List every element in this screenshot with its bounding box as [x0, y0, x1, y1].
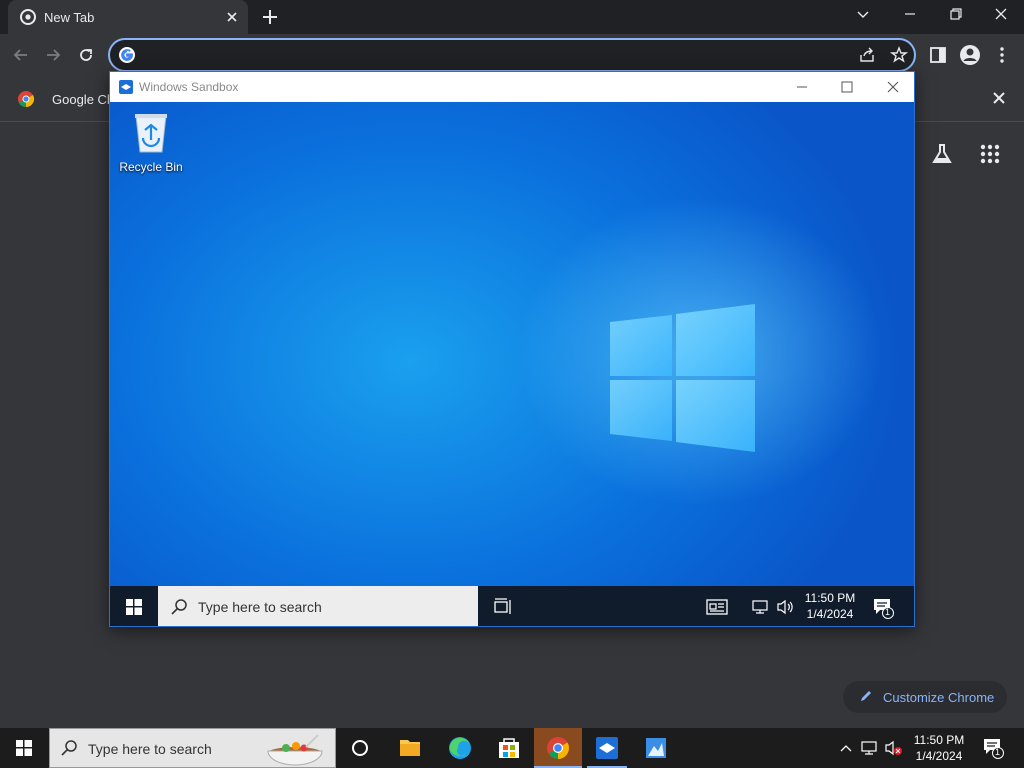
news-interests-icon[interactable] [706, 598, 728, 616]
taskbar-clock[interactable]: 11:50 PM 1/4/2024 [908, 732, 970, 764]
side-panel-icon[interactable] [929, 46, 947, 64]
back-button[interactable] [12, 46, 30, 64]
windows-sandbox-icon [118, 79, 134, 95]
close-bar-icon[interactable] [991, 90, 1007, 106]
customize-chrome-button[interactable]: Customize Chrome [843, 681, 1007, 713]
omnibox-input[interactable] [144, 46, 844, 64]
sandbox-search-placeholder: Type here to search [198, 599, 322, 615]
taskbar-search-icon [60, 739, 78, 757]
sandbox-notification-icon[interactable]: 1 [872, 597, 894, 619]
taskbar-clock-date: 1/4/2024 [915, 749, 963, 763]
google-chrome-bookmark-icon[interactable] [17, 90, 35, 108]
google-g-icon [118, 46, 136, 64]
sandbox-notification-count: 1 [885, 607, 891, 617]
volume-icon[interactable] [776, 599, 794, 615]
profile-avatar-icon[interactable] [959, 44, 981, 66]
pencil-icon [859, 689, 873, 703]
tab-close-icon[interactable] [224, 9, 240, 25]
taskbar-volume-muted-icon[interactable] [884, 740, 904, 756]
tab-search-chevron-icon[interactable] [855, 6, 871, 22]
taskbar-clock-time: 11:50 PM [913, 733, 965, 747]
tab-title: New Tab [44, 10, 95, 25]
sandbox-maximize-button[interactable] [839, 79, 855, 95]
sandbox-search-icon [170, 598, 188, 616]
network-icon[interactable] [752, 599, 768, 615]
taskbar-network-icon[interactable] [861, 740, 877, 756]
start-button-icon[interactable] [16, 740, 32, 756]
sandbox-start-icon[interactable] [126, 599, 142, 615]
cortana-circle-icon[interactable] [336, 728, 384, 768]
sandbox-clock[interactable]: 11:50 PM 1/4/2024 [800, 590, 860, 622]
taskbar-search-placeholder: Type here to search [88, 741, 212, 757]
sandbox-clock-time: 11:50 PM [804, 591, 856, 605]
sandbox-search-box[interactable]: Type here to search [158, 586, 478, 626]
windows-sandbox-window[interactable]: Windows Sandbox Recycle Bin Type here to… [109, 71, 915, 627]
bookmark-label[interactable]: Google Ch [52, 92, 114, 107]
task-view-icon[interactable] [494, 598, 512, 616]
sandbox-clock-date: 1/4/2024 [806, 607, 854, 621]
restore-button[interactable] [948, 6, 964, 22]
close-window-button[interactable] [993, 6, 1009, 22]
show-hidden-icons-chevron[interactable] [838, 740, 854, 756]
sandbox-desktop: Recycle Bin [110, 102, 914, 586]
edge-icon[interactable] [436, 728, 484, 768]
forward-button[interactable] [44, 46, 62, 64]
recycle-bin-icon [131, 110, 171, 154]
sandbox-close-button[interactable] [885, 79, 901, 95]
search-highlight-bowl-icon [266, 733, 324, 767]
tab-strip: New Tab [0, 0, 1024, 34]
customize-chrome-label: Customize Chrome [883, 690, 995, 705]
labs-flask-icon[interactable] [930, 142, 954, 166]
sandbox-window-title: Windows Sandbox [139, 80, 239, 94]
chrome-favicon-icon [20, 9, 36, 25]
share-icon[interactable] [858, 46, 876, 64]
action-center-icon[interactable]: 1 [982, 737, 1004, 759]
windows-logo-wallpaper [605, 302, 765, 462]
sandbox-taskbar: Type here to search 11:50 PM 1/4/2024 1 [110, 586, 914, 626]
new-tab-button[interactable] [260, 7, 280, 27]
taskbar-notification-count: 1 [995, 747, 1001, 757]
omnibox[interactable] [108, 38, 916, 72]
google-apps-icon[interactable] [979, 143, 1001, 165]
paint-icon[interactable] [632, 728, 680, 768]
recycle-bin-label: Recycle Bin [119, 160, 183, 174]
windows-sandbox-icon[interactable] [583, 728, 631, 768]
recycle-bin-shortcut[interactable]: Recycle Bin [114, 110, 188, 182]
taskbar-search-box[interactable]: Type here to search [49, 728, 336, 768]
tab-new-tab[interactable]: New Tab [8, 0, 248, 34]
chrome-icon[interactable] [534, 728, 582, 768]
microsoft-store-icon[interactable] [485, 728, 533, 768]
bookmark-star-icon[interactable] [890, 46, 908, 64]
chrome-menu-icon[interactable] [994, 46, 1010, 64]
file-explorer-icon[interactable] [386, 728, 434, 768]
minimize-button[interactable] [902, 6, 918, 22]
sandbox-minimize-button[interactable] [794, 79, 810, 95]
windows-taskbar: Type here to search 11:50 PM 1/4/2024 1 [0, 728, 1024, 768]
reload-button[interactable] [77, 46, 95, 64]
sandbox-titlebar[interactable]: Windows Sandbox [110, 72, 914, 102]
chrome-toolbar [0, 34, 1024, 76]
